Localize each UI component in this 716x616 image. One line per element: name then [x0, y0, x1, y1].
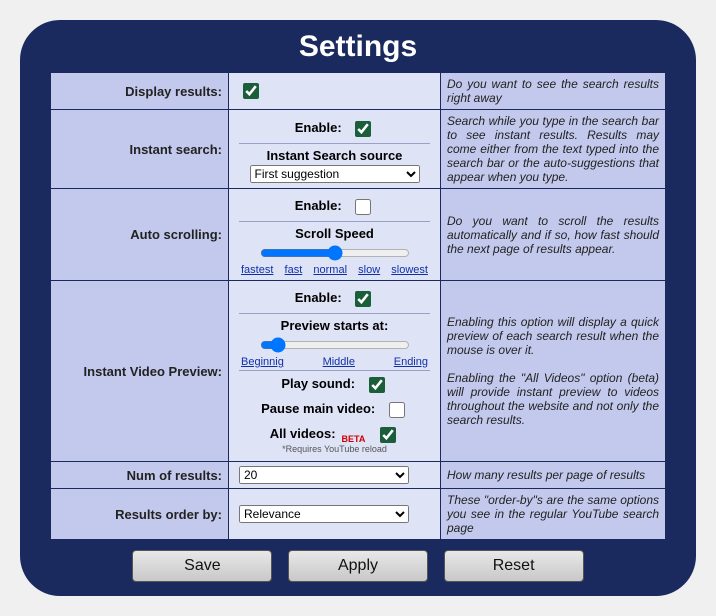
auto-scrolling-label: Auto scrolling:	[51, 189, 229, 281]
preview-enable-label: Enable:	[295, 290, 342, 305]
beta-badge: BETA	[342, 434, 366, 444]
scroll-speed-label: Scroll Speed	[235, 224, 434, 243]
pause-main-checkbox[interactable]	[389, 402, 405, 418]
settings-panel: Settings Display results: Do you want to…	[20, 20, 696, 596]
instant-enable-label: Enable:	[295, 120, 342, 135]
preview-starts-label: Preview starts at:	[235, 316, 434, 335]
apply-button[interactable]: Apply	[288, 550, 428, 582]
save-button[interactable]: Save	[132, 550, 272, 582]
row-results-order: Results order by: Relevance These "order…	[51, 489, 666, 540]
play-sound-label: Play sound:	[281, 376, 355, 391]
display-results-desc: Do you want to see the search results ri…	[441, 73, 666, 110]
speed-slowest-link[interactable]: slowest	[391, 264, 428, 276]
pos-middle-link[interactable]: Middle	[323, 356, 355, 368]
settings-table: Display results: Do you want to see the …	[50, 72, 666, 540]
instant-preview-label: Instant Video Preview:	[51, 281, 229, 462]
results-order-select[interactable]: Relevance	[239, 505, 409, 523]
pause-main-label: Pause main video:	[261, 401, 375, 416]
speed-fastest-link[interactable]: fastest	[241, 264, 273, 276]
display-results-label: Display results:	[51, 73, 229, 110]
display-results-checkbox[interactable]	[243, 83, 259, 99]
num-results-select[interactable]: 20	[239, 466, 409, 484]
speed-fast-link[interactable]: fast	[285, 264, 303, 276]
row-display-results: Display results: Do you want to see the …	[51, 73, 666, 110]
pos-end-link[interactable]: Ending	[394, 356, 428, 368]
preview-enable-checkbox[interactable]	[355, 291, 371, 307]
page-title: Settings	[20, 20, 696, 72]
row-num-results: Num of results: 20 How many results per …	[51, 462, 666, 489]
scroll-speed-slider[interactable]	[260, 245, 410, 261]
speed-slow-link[interactable]: slow	[358, 264, 380, 276]
instant-search-desc: Search while you type in the search bar …	[441, 110, 666, 189]
row-instant-preview: Instant Video Preview: Enable: Preview s…	[51, 281, 666, 462]
preview-start-slider[interactable]	[260, 337, 410, 353]
results-order-label: Results order by:	[51, 489, 229, 540]
button-row: Save Apply Reset	[20, 540, 696, 582]
reset-button[interactable]: Reset	[444, 550, 584, 582]
num-results-desc: How many results per page of results	[441, 462, 666, 489]
auto-scrolling-desc: Do you want to scroll the results automa…	[441, 189, 666, 281]
instant-preview-desc: Enabling this option will display a quic…	[441, 281, 666, 462]
instant-source-select[interactable]: First suggestion	[250, 165, 420, 183]
row-instant-search: Instant search: Enable: Instant Search s…	[51, 110, 666, 189]
instant-source-label: Instant Search source	[235, 146, 434, 165]
speed-normal-link[interactable]: normal	[313, 264, 347, 276]
autoscroll-enable-checkbox[interactable]	[355, 199, 371, 215]
scroll-speed-links: fastest fast normal slow slowest	[235, 264, 434, 276]
num-results-label: Num of results:	[51, 462, 229, 489]
instant-search-label: Instant search:	[51, 110, 229, 189]
autoscroll-enable-label: Enable:	[295, 198, 342, 213]
preview-pos-links: Beginnig Middle Ending	[235, 356, 434, 368]
pos-begin-link[interactable]: Beginnig	[241, 356, 284, 368]
row-auto-scrolling: Auto scrolling: Enable: Scroll Speed fas…	[51, 189, 666, 281]
all-videos-checkbox[interactable]	[380, 427, 396, 443]
all-videos-fineprint: *Requires YouTube reload	[235, 444, 434, 454]
results-order-desc: These "order-by"s are the same options y…	[441, 489, 666, 540]
play-sound-checkbox[interactable]	[369, 377, 385, 393]
instant-enable-checkbox[interactable]	[355, 121, 371, 137]
all-videos-label: All videos:	[270, 426, 336, 441]
